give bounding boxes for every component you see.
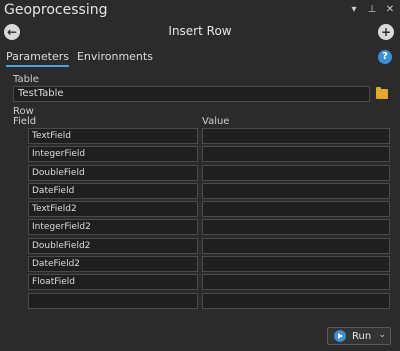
- value-cell[interactable]: [202, 274, 390, 291]
- titlebar-controls: ▾ ⊥ ✕: [348, 4, 396, 16]
- title-bar: Geoprocessing ▾ ⊥ ✕: [0, 0, 400, 22]
- chevron-down-icon[interactable]: ▾: [348, 4, 360, 16]
- tool-title: Insert Row: [168, 24, 232, 38]
- value-cell[interactable]: [202, 237, 390, 254]
- table-label: Table: [13, 74, 39, 85]
- folder-icon[interactable]: [376, 87, 388, 99]
- value-column-header: Value: [202, 116, 230, 127]
- value-cell[interactable]: [202, 256, 390, 273]
- tool-header: ← Insert Row +: [0, 22, 400, 46]
- field-cell[interactable]: [28, 292, 198, 309]
- field-cell[interactable]: IntegerField2: [28, 219, 198, 236]
- value-cell[interactable]: [202, 164, 390, 181]
- value-cell[interactable]: [202, 128, 390, 144]
- value-cell[interactable]: [202, 201, 390, 218]
- field-cell[interactable]: TextField: [28, 128, 198, 144]
- add-icon[interactable]: +: [378, 24, 394, 40]
- tab-bar: Parameters Environments: [6, 50, 153, 67]
- app-title: Geoprocessing: [4, 2, 108, 18]
- run-label: Run: [352, 330, 372, 342]
- field-cell[interactable]: DoubleField2: [28, 237, 198, 254]
- value-cell[interactable]: [202, 292, 390, 309]
- play-icon: [334, 330, 346, 342]
- close-icon[interactable]: ✕: [384, 4, 396, 16]
- help-icon[interactable]: ?: [378, 50, 392, 64]
- pin-icon[interactable]: ⊥: [366, 4, 378, 16]
- value-cell[interactable]: [202, 182, 390, 199]
- tab-parameters[interactable]: Parameters: [6, 50, 69, 67]
- field-cell[interactable]: TextField2: [28, 201, 198, 218]
- field-cell[interactable]: IntegerField: [28, 146, 198, 163]
- field-cell[interactable]: DateField: [28, 182, 198, 199]
- field-cell[interactable]: DoubleField: [28, 164, 198, 181]
- run-button[interactable]: Run ⌄: [327, 327, 391, 345]
- value-cell[interactable]: [202, 146, 390, 163]
- chevron-down-icon[interactable]: ⌄: [378, 330, 386, 340]
- value-cell[interactable]: [202, 219, 390, 236]
- field-column-header: Field: [13, 116, 37, 127]
- field-cell[interactable]: DateField2: [28, 256, 198, 273]
- table-input[interactable]: TestTable: [13, 86, 370, 102]
- field-cell[interactable]: FloatField: [28, 274, 198, 291]
- tab-environments[interactable]: Environments: [77, 50, 153, 67]
